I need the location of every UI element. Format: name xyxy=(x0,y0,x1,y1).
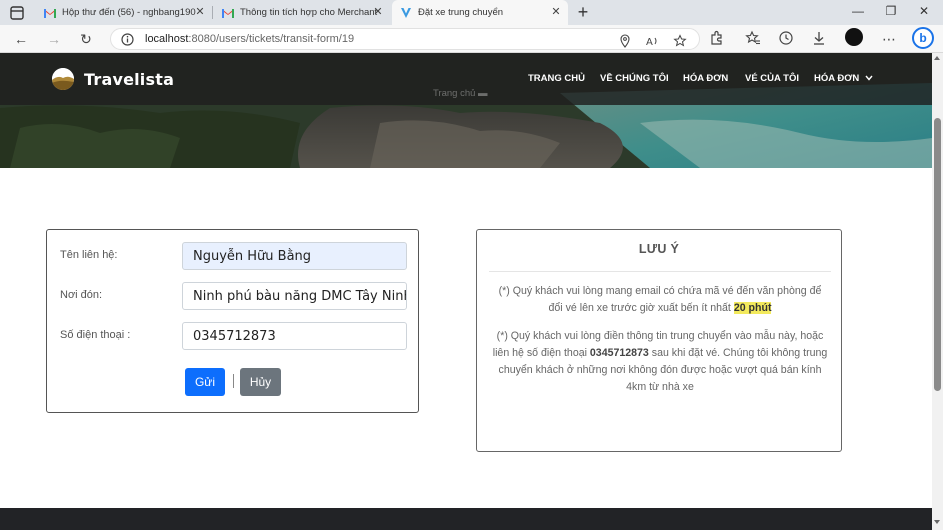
close-window-icon[interactable]: ✕ xyxy=(917,4,931,18)
note-title: LƯU Ý xyxy=(638,242,680,256)
scrollbar-thumb[interactable] xyxy=(934,118,941,391)
nav-my-tickets[interactable]: VÉ CỦA TÔI xyxy=(745,73,799,84)
contact-name-label: Tên liên hệ: xyxy=(60,249,118,261)
url-path: :8080/users/tickets/transit-form/19 xyxy=(188,33,355,45)
pickup-location-input[interactable]: Ninh phú bàu năng DMC Tây Ninh xyxy=(182,282,407,310)
nav-dropdown-label: HÓA ĐƠN xyxy=(814,73,860,84)
submit-button[interactable]: Gửi xyxy=(185,368,225,396)
button-divider xyxy=(233,374,234,388)
brand-name[interactable]: Travelista xyxy=(84,70,174,89)
read-aloud-icon[interactable]: A xyxy=(646,34,660,48)
history-icon[interactable] xyxy=(778,30,794,46)
svg-text:A: A xyxy=(646,37,653,48)
contact-name-input[interactable]: Nguyễn Hữu Bằng xyxy=(182,242,407,270)
more-options-icon[interactable]: ⋯ xyxy=(880,30,898,48)
scroll-up-arrow-icon[interactable] xyxy=(934,56,940,60)
phone-label: Số điện thoại : xyxy=(60,329,131,341)
note-highlight-time: 20 phút xyxy=(733,302,772,314)
address-bar[interactable]: localhost:8080/users/tickets/transit-for… xyxy=(110,28,700,50)
pickup-location-label: Nơi đón: xyxy=(60,289,103,301)
browser-tab-merchant[interactable]: Thông tin tích hợp cho Merchant ✕ xyxy=(214,0,390,25)
cancel-button[interactable]: Hủy xyxy=(240,368,281,396)
download-icon[interactable] xyxy=(811,30,827,46)
forward-icon[interactable]: → xyxy=(45,30,63,48)
back-icon[interactable]: ← xyxy=(12,30,30,48)
chevron-down-icon xyxy=(865,76,873,82)
browser-tab-gmail-inbox[interactable]: Hộp thư đến (56) - nghbang190 ✕ xyxy=(36,0,212,25)
close-icon[interactable]: ✕ xyxy=(372,6,384,18)
url-host: localhost xyxy=(145,33,189,45)
close-icon[interactable]: ✕ xyxy=(550,6,562,18)
tab-actions-icon[interactable] xyxy=(9,5,25,21)
minimize-icon[interactable]: — xyxy=(851,4,865,18)
favorites-icon[interactable] xyxy=(745,30,761,46)
site-info-icon[interactable] xyxy=(121,33,134,46)
browser-tab-transit-active[interactable]: Đặt xe trung chuyển ✕ xyxy=(392,0,568,25)
nav-home[interactable]: TRANG CHỦ xyxy=(528,73,585,84)
tab-label: Hộp thư đến (56) - nghbang190 xyxy=(62,7,196,18)
tab-label: Đặt xe trung chuyển xyxy=(418,7,504,18)
hero-banner: Travelista TRANG CHỦ VỀ CHÚNG TÔI HÓA ĐƠ… xyxy=(0,53,932,168)
breadcrumb-home-link[interactable]: Trang chủ ▬ xyxy=(433,88,488,99)
phone-input[interactable]: 0345712873 xyxy=(182,322,407,350)
note-card: LƯU Ý (*) Quý khách vui lòng mang email … xyxy=(476,229,842,452)
location-icon[interactable] xyxy=(618,34,632,48)
close-icon[interactable]: ✕ xyxy=(194,6,206,18)
profile-avatar[interactable] xyxy=(845,28,863,46)
reload-icon[interactable]: ↻ xyxy=(77,30,95,48)
note-phone-number: 0345712873 xyxy=(589,347,649,359)
note-paragraph-transit: (*) Quý khách vui lòng điền thông tin tr… xyxy=(491,328,829,396)
nav-invoices[interactable]: HÓA ĐƠN xyxy=(683,73,728,84)
note-p1-text: (*) Quý khách vui lòng mang email có chứ… xyxy=(498,285,822,314)
tab-separator xyxy=(212,6,213,19)
bing-copilot-icon[interactable]: b xyxy=(912,27,934,49)
note-paragraph-email: (*) Quý khách vui lòng mang email có chứ… xyxy=(491,283,829,317)
gmail-icon xyxy=(44,8,56,18)
tab-label: Thông tin tích hợp cho Merchant xyxy=(240,7,378,18)
footer xyxy=(0,508,932,530)
favorite-star-icon[interactable] xyxy=(673,34,687,48)
travelista-logo-icon[interactable] xyxy=(52,68,74,90)
url-text[interactable]: localhost:8080/users/tickets/transit-for… xyxy=(145,33,354,45)
transit-form-card: Tên liên hệ: Nguyễn Hữu Bằng Nơi đón: Ni… xyxy=(46,229,419,413)
nav-about-us[interactable]: VỀ CHÚNG TÔI xyxy=(600,73,669,84)
gmail-icon xyxy=(222,8,234,18)
v-logo-icon xyxy=(401,7,411,18)
nav-invoices-dropdown[interactable]: HÓA ĐƠN xyxy=(814,73,873,84)
scroll-down-arrow-icon[interactable] xyxy=(934,520,940,524)
browser-tab-strip: Hộp thư đến (56) - nghbang190 ✕ Thông ti… xyxy=(0,0,943,25)
extensions-icon[interactable] xyxy=(709,30,725,46)
browser-toolbar: ← → ↻ localhost:8080/users/tickets/trans… xyxy=(0,25,943,53)
new-tab-button[interactable]: + xyxy=(575,3,591,21)
divider xyxy=(489,271,831,272)
restore-window-icon[interactable]: ❐ xyxy=(884,4,898,18)
